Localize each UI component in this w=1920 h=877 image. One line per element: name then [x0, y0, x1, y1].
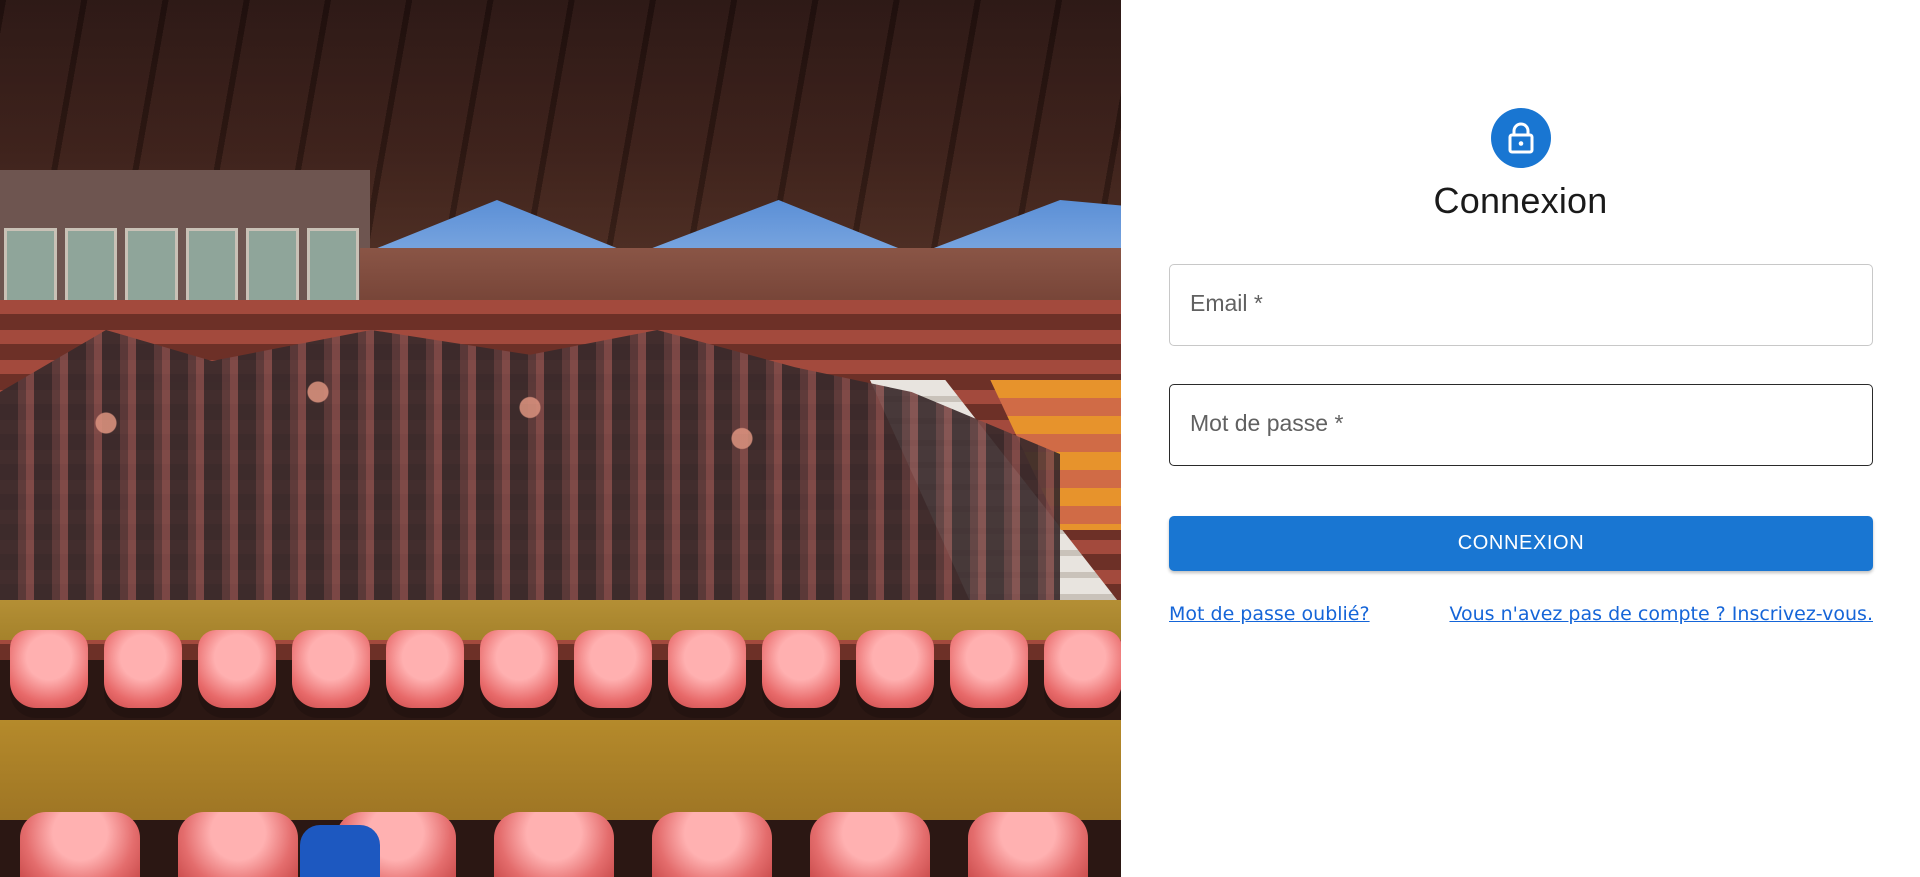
page-title: Connexion [1433, 180, 1608, 221]
stadium-seat [1044, 630, 1121, 708]
stadium-seat [762, 630, 840, 708]
window [246, 228, 299, 303]
stadium-seat [652, 812, 772, 877]
stadium-seat [968, 812, 1088, 877]
stadium-seat [104, 630, 182, 708]
stadium-seat [292, 630, 370, 708]
stand-windows [0, 228, 359, 303]
stadium-seat [10, 630, 88, 708]
stadium-seat [386, 630, 464, 708]
window [64, 228, 117, 303]
password-field[interactable]: Mot de passe * [1169, 384, 1873, 466]
password-field-label: Mot de passe * [1190, 410, 1344, 436]
login-button[interactable]: CONNEXION [1169, 516, 1873, 571]
stadium-seat [574, 630, 652, 708]
stadium-seat [856, 630, 934, 708]
stadium-seat [668, 630, 746, 708]
login-page: Connexion Email * Mot de passe * CONNEXI… [0, 0, 1920, 877]
stadium-seat [480, 630, 558, 708]
signup-link[interactable]: Vous n'avez pas de compte ? Inscrivez-vo… [1449, 603, 1873, 625]
login-panel: Connexion Email * Mot de passe * CONNEXI… [1121, 0, 1920, 877]
stadium-seat [810, 812, 930, 877]
stadium-floor [0, 720, 1121, 820]
stadium-group-photo [0, 0, 1121, 877]
window [4, 228, 57, 303]
stadium-seat [950, 630, 1028, 708]
lock-icon [1491, 108, 1551, 168]
stadium-seat [20, 812, 140, 877]
window [125, 228, 178, 303]
window [185, 228, 238, 303]
stadium-seat [178, 812, 298, 877]
stadium-seat [494, 812, 614, 877]
bottom-seat-row [0, 812, 1121, 877]
forgot-password-link[interactable]: Mot de passe oublié? [1169, 603, 1370, 625]
blue-bag [300, 825, 380, 877]
front-seat-row [0, 630, 1121, 720]
stadium-seat [198, 630, 276, 708]
email-field-label: Email * [1190, 290, 1263, 316]
window [306, 228, 359, 303]
email-field[interactable]: Email * [1169, 264, 1873, 346]
